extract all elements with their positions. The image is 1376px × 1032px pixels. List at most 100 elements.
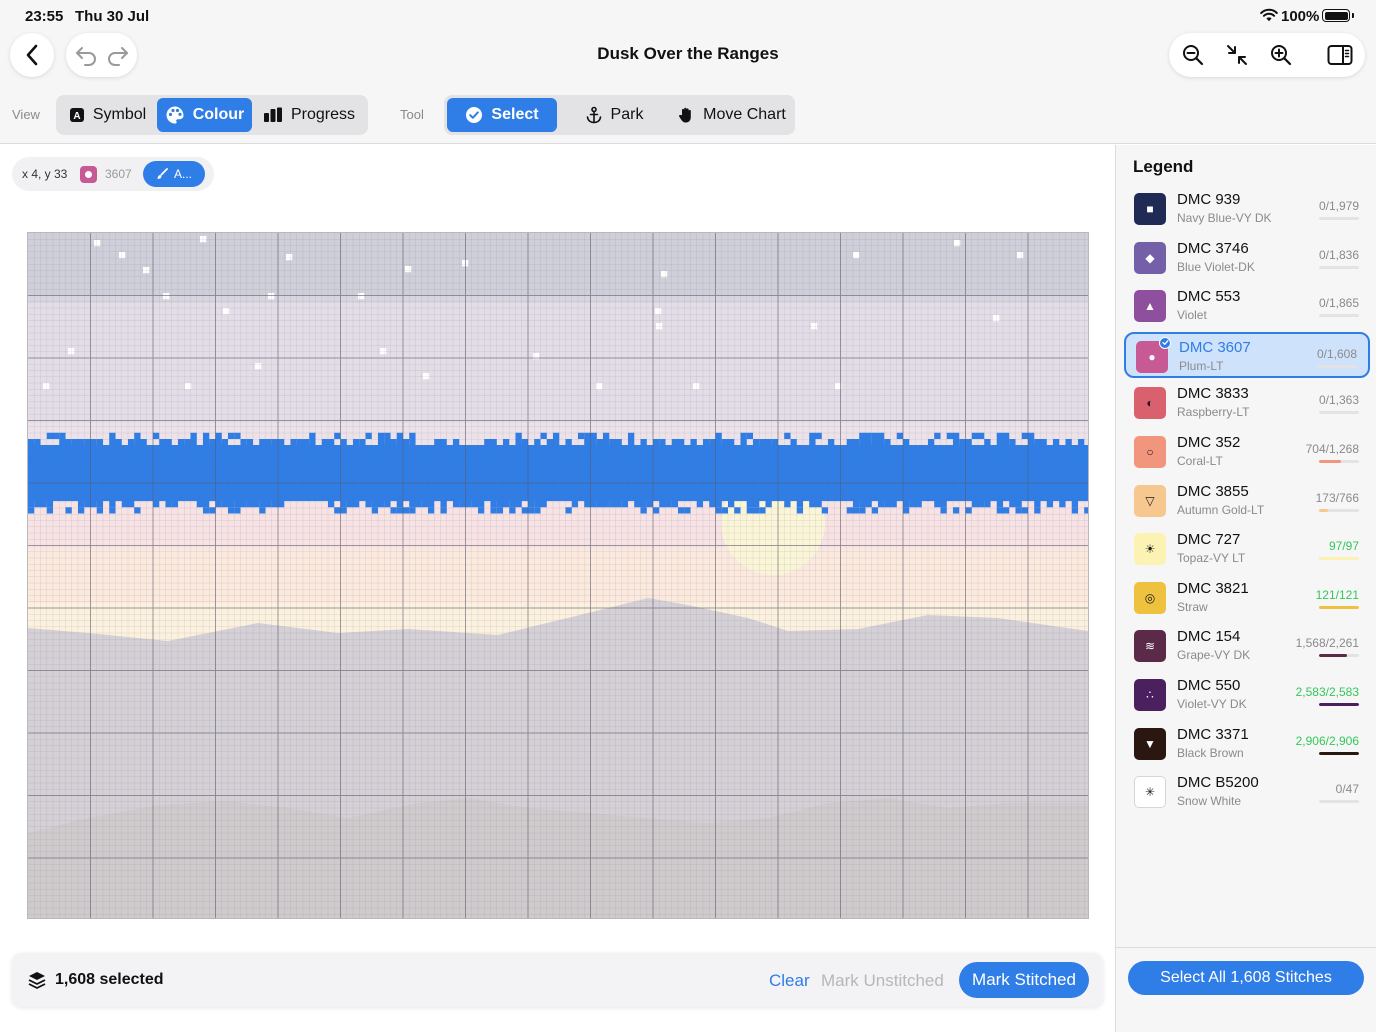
cross-stitch-chart[interactable]	[27, 232, 1089, 919]
mark-unstitched-button[interactable]: Mark Unstitched	[821, 971, 944, 991]
selected-stitch	[303, 439, 310, 446]
selected-stitch	[190, 432, 197, 439]
selected-stitch	[365, 432, 372, 439]
legend-colour-code: DMC B5200	[1177, 774, 1259, 792]
legend-progress-bar	[1319, 265, 1359, 269]
legend-colour-code: DMC 3746	[1177, 239, 1249, 257]
checkmark-icon	[1159, 336, 1171, 349]
legend-item[interactable]: ▼ DMC 3371 Black Brown 2,906/2,906	[1124, 721, 1370, 767]
view-colour-button[interactable]: Colour	[157, 98, 252, 132]
tool-group-label: Tool	[400, 107, 424, 122]
star	[853, 252, 860, 259]
selected-stitch	[1028, 432, 1035, 439]
legend-symbol: ○	[1146, 445, 1154, 459]
selected-stitch	[28, 439, 35, 446]
legend-title: Legend	[1133, 157, 1194, 176]
selected-stitch	[871, 432, 878, 439]
select-all-stitches-button[interactable]: Select All 1,608 Stitches	[1128, 961, 1364, 995]
legend-item[interactable]: ◎ DMC 3821 Straw 121/121	[1124, 575, 1370, 621]
star	[286, 254, 293, 261]
selected-stitch	[809, 439, 816, 446]
redo-icon[interactable]	[106, 44, 130, 66]
selected-stitch	[865, 432, 872, 439]
legend-item[interactable]: ■ DMC 939 Navy Blue-VY DK 0/1,979	[1124, 186, 1370, 232]
selected-stitch	[703, 439, 710, 446]
battery-percentage: 100%	[1281, 8, 1320, 25]
selected-stitch	[490, 439, 497, 446]
selected-stitch	[378, 432, 385, 439]
selected-stitch	[309, 439, 316, 446]
pattern-grid[interactable]	[28, 233, 1088, 918]
legend-colour-code: DMC 3607	[1179, 338, 1251, 356]
selected-stitch	[109, 432, 116, 439]
selected-stitch	[878, 432, 885, 439]
legend-item[interactable]: ∴ DMC 550 Violet-VY DK 2,583/2,583	[1124, 672, 1370, 718]
stitch-action-button[interactable]: A...	[143, 161, 205, 187]
legend-stitch-count: 2,583/2,583	[1295, 685, 1359, 699]
star	[655, 308, 662, 315]
clear-button[interactable]: Clear	[769, 971, 810, 991]
selected-stitch	[278, 439, 285, 446]
back-button[interactable]	[10, 33, 54, 77]
legend-swatch: ▽	[1134, 484, 1166, 517]
legend-item[interactable]: ◐ DMC 3833 Raspberry-LT 0/1,363	[1124, 380, 1370, 426]
mark-stitched-button[interactable]: Mark Stitched	[959, 962, 1089, 998]
star	[380, 348, 387, 355]
status-date: Thu 30 Jul	[75, 8, 150, 25]
selected-stitch	[384, 439, 391, 446]
selected-stitch	[953, 432, 960, 439]
stitch-info-pill: x 4, y 33 3607 A...	[12, 157, 214, 191]
selected-stitch	[584, 439, 591, 446]
selected-stitch	[334, 432, 341, 439]
legend-item[interactable]: ✳ DMC B5200 Snow White 0/47	[1124, 769, 1370, 815]
view-symbol-button[interactable]: A Symbol	[59, 98, 156, 132]
stitch-coordinates: x 4, y 33	[22, 167, 68, 181]
legend-item[interactable]: ▲ DMC 553 Violet 0/1,865	[1124, 283, 1370, 329]
selected-stitch	[959, 439, 966, 446]
selected-stitch	[828, 439, 835, 446]
selected-stitch	[403, 439, 410, 446]
zoom-out-icon[interactable]	[1181, 43, 1205, 67]
tool-park-button[interactable]: Park	[559, 98, 669, 132]
selected-stitch	[434, 439, 441, 446]
selected-stitch	[878, 439, 885, 446]
tool-select-button[interactable]: Select	[447, 98, 557, 132]
selected-stitch	[396, 439, 403, 446]
selected-stitch	[996, 432, 1003, 439]
legend-item[interactable]: ☀ DMC 727 Topaz-VY LT 97/97	[1124, 526, 1370, 572]
selected-stitch	[715, 432, 722, 439]
selected-stitch	[190, 439, 197, 446]
selected-stitch	[34, 439, 41, 446]
legend-item[interactable]: ● DMC 3607 Plum-LT 0/1,608	[1124, 331, 1370, 378]
legend-item[interactable]: ▽ DMC 3855 Autumn Gold-LT 173/766	[1124, 478, 1370, 524]
selected-stitch	[515, 439, 522, 446]
selected-stitch	[203, 432, 210, 439]
selected-stitch	[65, 439, 72, 446]
selected-stitch	[228, 432, 235, 439]
tool-move-chart-button[interactable]: Move Chart	[671, 98, 792, 132]
selected-stitch	[1040, 439, 1047, 446]
view-progress-button[interactable]: Progress	[253, 98, 365, 132]
legend-swatch: ☀	[1134, 533, 1166, 566]
legend-item[interactable]: ≋ DMC 154 Grape-VY DK 1,568/2,261	[1124, 623, 1370, 669]
legend-item[interactable]: ○ DMC 352 Coral-LT 704/1,268	[1124, 429, 1370, 475]
star	[358, 293, 365, 300]
legend-symbol: ▲	[1144, 299, 1156, 314]
selected-stitch	[859, 439, 866, 446]
undo-icon[interactable]	[74, 44, 98, 66]
legend-swatch: ◆	[1134, 241, 1166, 274]
legend-colour-name: Grape-VY DK	[1177, 648, 1251, 663]
selected-stitch	[309, 432, 316, 439]
legend-item[interactable]: ◆ DMC 3746 Blue Violet-DK 0/1,836	[1124, 235, 1370, 281]
selected-stitch	[1003, 439, 1010, 446]
legend-stitch-count: 0/1,608	[1316, 346, 1357, 361]
selected-stitch	[609, 439, 616, 446]
legend-swatch: ■	[1134, 193, 1166, 225]
selected-stitch	[596, 439, 603, 446]
sidebar-toggle-icon[interactable]	[1327, 43, 1353, 67]
star	[268, 293, 275, 300]
fit-to-screen-icon[interactable]	[1225, 43, 1249, 67]
selected-stitch	[1003, 432, 1010, 439]
legend-stitch-count: 0/1,363	[1318, 393, 1359, 408]
zoom-in-icon[interactable]	[1269, 43, 1293, 67]
